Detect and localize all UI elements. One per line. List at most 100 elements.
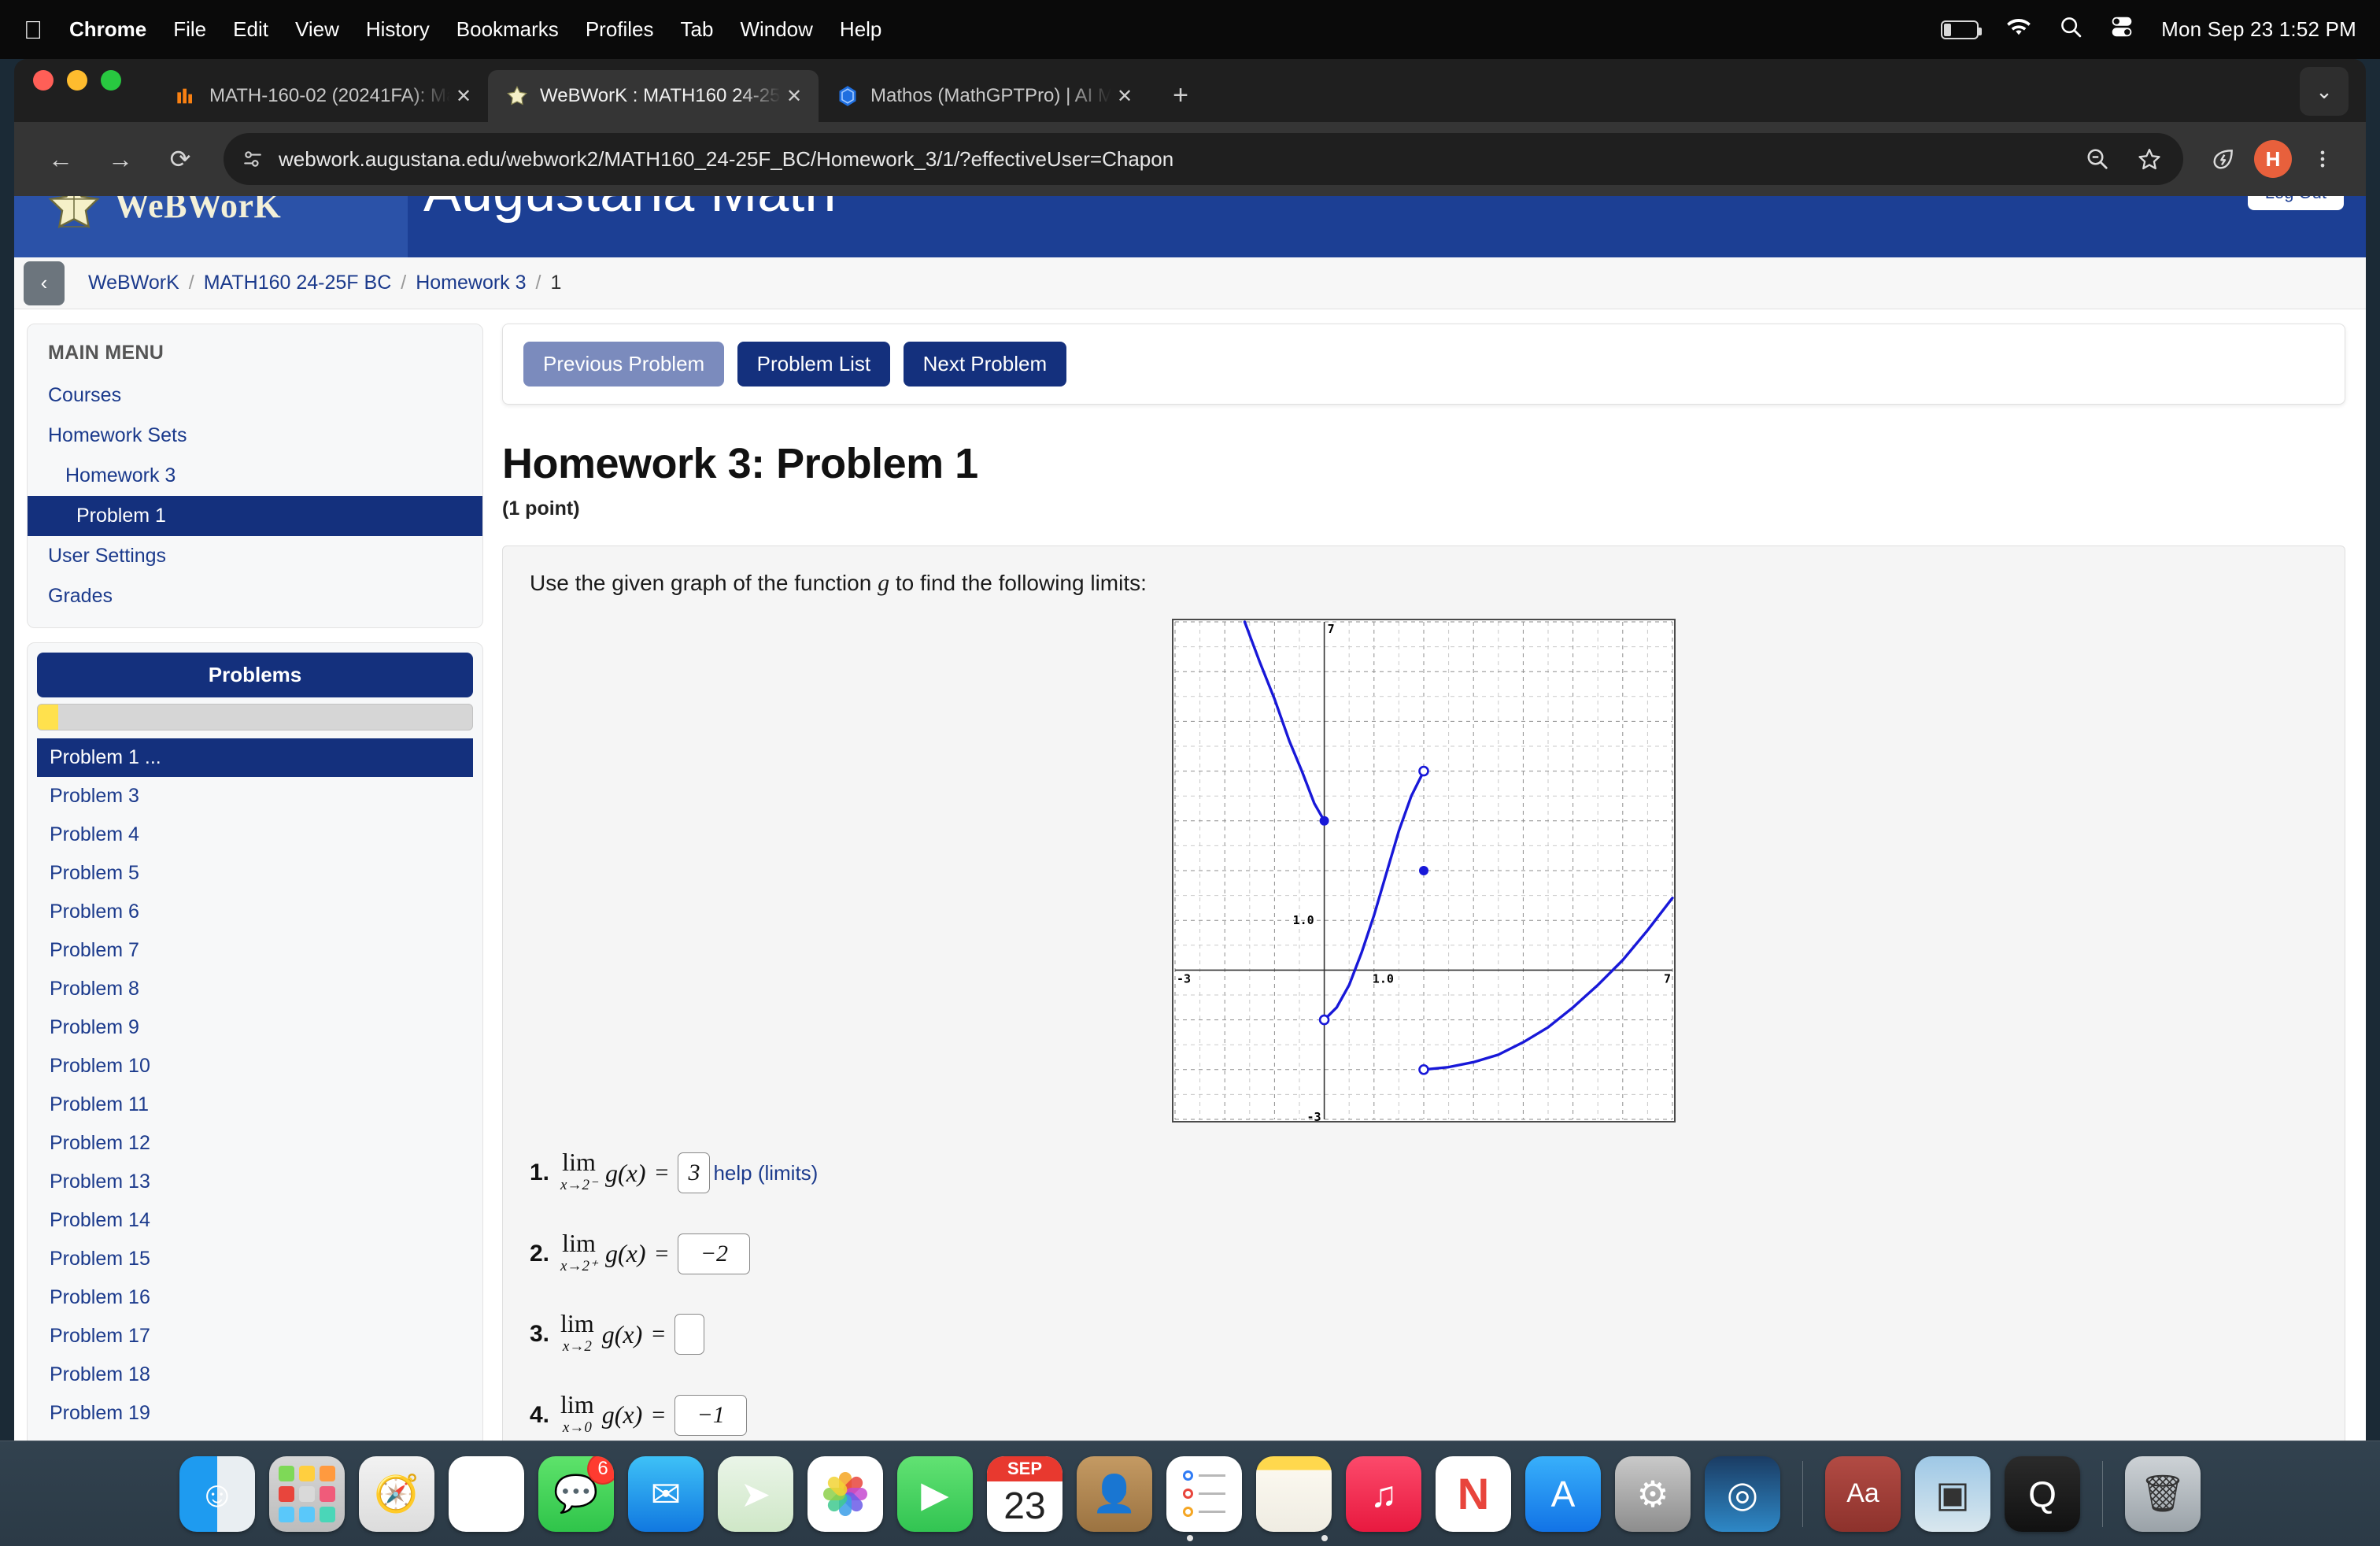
answer-input[interactable] xyxy=(674,1314,705,1356)
dock-icon-quicktime[interactable]: Q xyxy=(2005,1455,2080,1532)
profile-avatar[interactable]: H xyxy=(2254,140,2292,178)
problem-list-item[interactable]: Problem 15 xyxy=(37,1240,473,1278)
breadcrumb-item-2[interactable]: Homework 3 xyxy=(416,272,526,294)
chevron-down-icon[interactable]: ⌄ xyxy=(2300,67,2349,116)
dock-icon-appstore[interactable]: A xyxy=(1525,1455,1601,1532)
new-tab-button[interactable]: + xyxy=(1160,75,1201,116)
problem-list-item[interactable]: Problem 17 xyxy=(37,1317,473,1356)
control-center-icon[interactable] xyxy=(2109,15,2134,44)
dock-icon-contacts[interactable]: 👤 xyxy=(1077,1455,1152,1532)
problem-list-item[interactable]: Problem 7 xyxy=(37,931,473,970)
previous-problem-button[interactable]: Previous Problem xyxy=(523,342,725,386)
menu-item-view[interactable]: View xyxy=(295,17,339,42)
reload-button[interactable]: ⟳ xyxy=(154,133,206,185)
log-out-button[interactable]: Log Out xyxy=(2247,196,2344,210)
problem-list-item[interactable]: Problem 13 xyxy=(37,1163,473,1201)
problem-list-item[interactable]: Problem 1 ... xyxy=(37,738,473,777)
function-graph[interactable]: 7 -3 -3 7 1.0 1.0 xyxy=(1172,619,1676,1124)
three-dot-menu-icon[interactable] xyxy=(2300,136,2345,182)
problem-list-item[interactable]: Problem 5 xyxy=(37,854,473,893)
chevron-left-icon[interactable]: ‹ xyxy=(24,261,65,305)
next-problem-button[interactable]: Next Problem xyxy=(903,342,1067,386)
answer-input[interactable]: −2 xyxy=(678,1233,751,1274)
battery-icon[interactable] xyxy=(1941,20,1983,39)
dock-icon-calendar[interactable]: SEP 23 xyxy=(987,1455,1062,1532)
dock-icon-steam[interactable]: ◎ xyxy=(1705,1455,1780,1532)
problem-list-button[interactable]: Problem List xyxy=(737,342,891,386)
dock-icon-facetime[interactable]: ▶ xyxy=(897,1455,973,1532)
search-icon[interactable] xyxy=(2059,15,2082,44)
dock-icon-chrome[interactable]: ◉ xyxy=(449,1455,524,1532)
problem-list-item[interactable]: Problem 16 xyxy=(37,1278,473,1317)
zoom-out-icon[interactable] xyxy=(2075,136,2120,182)
close-window-button[interactable] xyxy=(33,70,54,91)
close-tab-icon[interactable]: ✕ xyxy=(1111,83,1138,109)
back-button[interactable]: ← xyxy=(35,133,87,185)
breadcrumb-item-0[interactable]: WeBWorK xyxy=(88,272,179,294)
problem-list-item[interactable]: Problem 9 xyxy=(37,1008,473,1047)
problem-list-item[interactable]: Problem 14 xyxy=(37,1201,473,1240)
dock-icon-settings[interactable]: ⚙ xyxy=(1615,1455,1691,1532)
dock-icon-preview[interactable]: ▣ xyxy=(1915,1455,1990,1532)
graph-svg[interactable]: 7 -3 -3 7 1.0 1.0 xyxy=(1173,620,1674,1124)
close-tab-icon[interactable]: ✕ xyxy=(781,83,808,109)
sidebar-item-grades[interactable]: Grades xyxy=(28,576,482,616)
dock-icon-mail[interactable]: ✉ xyxy=(628,1455,704,1532)
browser-tab-2[interactable]: Mathos (MathGPTPro) | AI Ma ✕ xyxy=(819,70,1149,122)
menu-item-file[interactable]: File xyxy=(173,17,206,42)
problem-list-item[interactable]: Problem 18 xyxy=(37,1356,473,1394)
dock-icon-finder[interactable]: ☺ xyxy=(179,1455,255,1532)
problem-list-item[interactable]: Problem 19 xyxy=(37,1394,473,1433)
browser-tab-1[interactable]: WeBWorK : MATH160 24-25F ✕ xyxy=(488,70,819,122)
browser-tab-0[interactable]: MATH-160-02 (20241FA): Ma ✕ xyxy=(157,70,488,122)
problem-list-item[interactable]: Problem 4 xyxy=(37,816,473,854)
dock-icon-music[interactable]: ♫ xyxy=(1346,1455,1421,1532)
dock-icon-launchpad[interactable] xyxy=(269,1455,345,1532)
sidebar-item-courses[interactable]: Courses xyxy=(28,375,482,416)
dock-icon-news[interactable]: N xyxy=(1436,1455,1511,1532)
answer-input[interactable]: −1 xyxy=(674,1394,748,1436)
dock-icon-maps[interactable]: ➤ xyxy=(718,1455,793,1532)
dock-icon-reminders[interactable] xyxy=(1166,1455,1242,1532)
dock-icon-photos[interactable] xyxy=(808,1455,883,1532)
webwork-logo[interactable]: WeBWorK xyxy=(46,196,281,234)
problem-list-item[interactable]: Problem 11 xyxy=(37,1086,473,1124)
answer-input[interactable]: 3 xyxy=(678,1152,711,1194)
maximize-window-button[interactable] xyxy=(101,70,121,91)
menu-item-window[interactable]: Window xyxy=(740,17,812,42)
menu-item-chrome[interactable]: Chrome xyxy=(69,17,146,42)
menu-item-bookmarks[interactable]: Bookmarks xyxy=(456,17,559,42)
memory-saver-leaf-icon[interactable] xyxy=(2201,136,2246,182)
menu-item-edit[interactable]: Edit xyxy=(233,17,268,42)
problem-list-item[interactable]: Problem 12 xyxy=(37,1124,473,1163)
address-bar[interactable]: webwork.augustana.edu/webwork2/MATH160_2… xyxy=(224,133,2183,185)
menu-item-help[interactable]: Help xyxy=(840,17,881,42)
menu-bar-clock[interactable]: Mon Sep 23 1:52 PM xyxy=(2161,17,2356,42)
apple-menu-icon[interactable]:  xyxy=(24,17,42,43)
close-tab-icon[interactable]: ✕ xyxy=(450,83,477,109)
menu-item-profiles[interactable]: Profiles xyxy=(586,17,654,42)
help-limits-link[interactable]: help (limits) xyxy=(713,1161,818,1185)
dock-icon-safari[interactable]: 🧭 xyxy=(359,1455,434,1532)
sidebar-item-problem-1[interactable]: Problem 1 xyxy=(28,496,482,536)
problem-list-item[interactable]: Problem 6 xyxy=(37,893,473,931)
problem-list-item[interactable]: Problem 8 xyxy=(37,970,473,1008)
problem-list-item[interactable]: Problem 3 xyxy=(37,777,473,816)
star-icon[interactable] xyxy=(2127,136,2172,182)
sidebar-item-homework-3[interactable]: Homework 3 xyxy=(28,456,482,496)
sidebar-item-homework-sets[interactable]: Homework Sets xyxy=(28,416,482,456)
dock-icon-dictionary[interactable]: Aa xyxy=(1825,1455,1901,1532)
problems-panel-title[interactable]: Problems xyxy=(37,653,473,697)
dock-icon-messages[interactable]: 💬 6 xyxy=(538,1455,614,1532)
site-settings-icon[interactable] xyxy=(238,144,268,174)
dock-icon-notes[interactable] xyxy=(1256,1455,1332,1532)
sidebar-item-user-settings[interactable]: User Settings xyxy=(28,536,482,576)
breadcrumb-item-1[interactable]: MATH160 24-25F BC xyxy=(204,272,392,294)
minimize-window-button[interactable] xyxy=(67,70,87,91)
menu-item-history[interactable]: History xyxy=(366,17,430,42)
wifi-icon[interactable] xyxy=(2005,17,2032,43)
menu-item-tab[interactable]: Tab xyxy=(681,17,714,42)
dock-icon-trash[interactable]: 🗑 xyxy=(2125,1455,2201,1532)
problem-list-item[interactable]: Problem 10 xyxy=(37,1047,473,1086)
forward-button[interactable]: → xyxy=(94,133,146,185)
